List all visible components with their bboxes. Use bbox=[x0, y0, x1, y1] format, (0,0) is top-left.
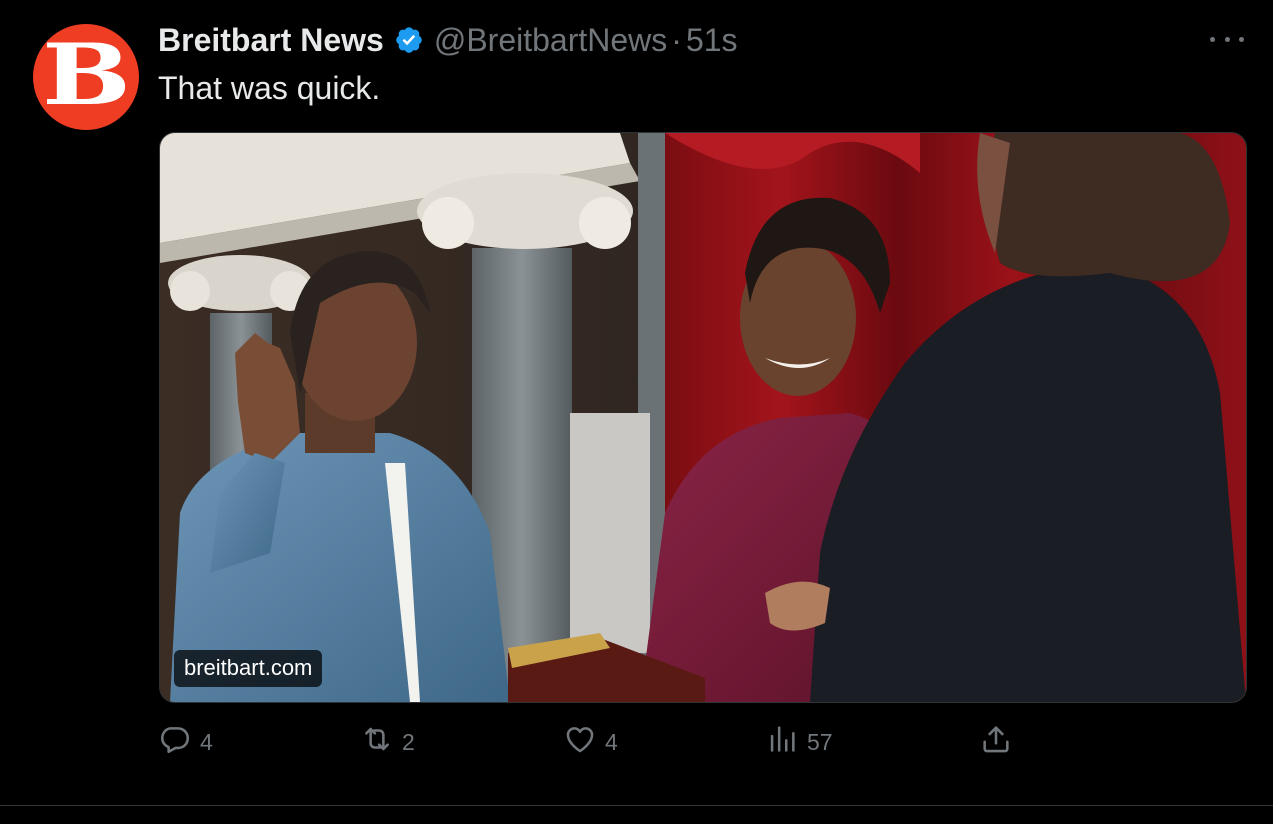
repost-icon bbox=[360, 722, 394, 762]
like-button[interactable]: 4 bbox=[563, 722, 618, 762]
author-name[interactable]: Breitbart News bbox=[158, 22, 384, 59]
sworn-in-photo bbox=[160, 133, 1246, 702]
avatar-logo-letter: B bbox=[41, 25, 131, 124]
post-divider bbox=[0, 805, 1273, 806]
views-count: 57 bbox=[807, 728, 833, 755]
separator-dot: · bbox=[671, 21, 682, 58]
reply-count: 4 bbox=[200, 728, 213, 755]
more-dot bbox=[1210, 36, 1215, 42]
post-media[interactable]: breitbart.com bbox=[159, 132, 1247, 703]
share-button[interactable] bbox=[979, 722, 1013, 762]
more-icon[interactable] bbox=[1210, 30, 1244, 48]
verified-badge-icon[interactable] bbox=[394, 25, 424, 55]
repost-button[interactable]: 2 bbox=[360, 722, 415, 762]
author-handle[interactable]: @BreitbartNews bbox=[434, 22, 667, 59]
timestamp[interactable]: 51s bbox=[686, 22, 738, 59]
like-count: 4 bbox=[605, 728, 618, 755]
avatar[interactable]: B bbox=[33, 24, 139, 130]
views-icon bbox=[765, 722, 799, 762]
action-bar: 4 2 4 57 bbox=[0, 722, 1273, 762]
post-text: That was quick. bbox=[158, 70, 381, 106]
more-dot bbox=[1224, 36, 1230, 42]
media-watermark: breitbart.com bbox=[174, 650, 323, 687]
more-dot bbox=[1239, 36, 1244, 42]
share-icon bbox=[979, 722, 1013, 762]
post-header: Breitbart News @BreitbartNews · 51s bbox=[158, 20, 738, 60]
repost-count: 2 bbox=[402, 728, 415, 755]
reply-icon bbox=[158, 722, 192, 762]
like-icon bbox=[563, 722, 597, 762]
reply-button[interactable]: 4 bbox=[158, 722, 213, 762]
views-button[interactable]: 57 bbox=[765, 722, 833, 762]
